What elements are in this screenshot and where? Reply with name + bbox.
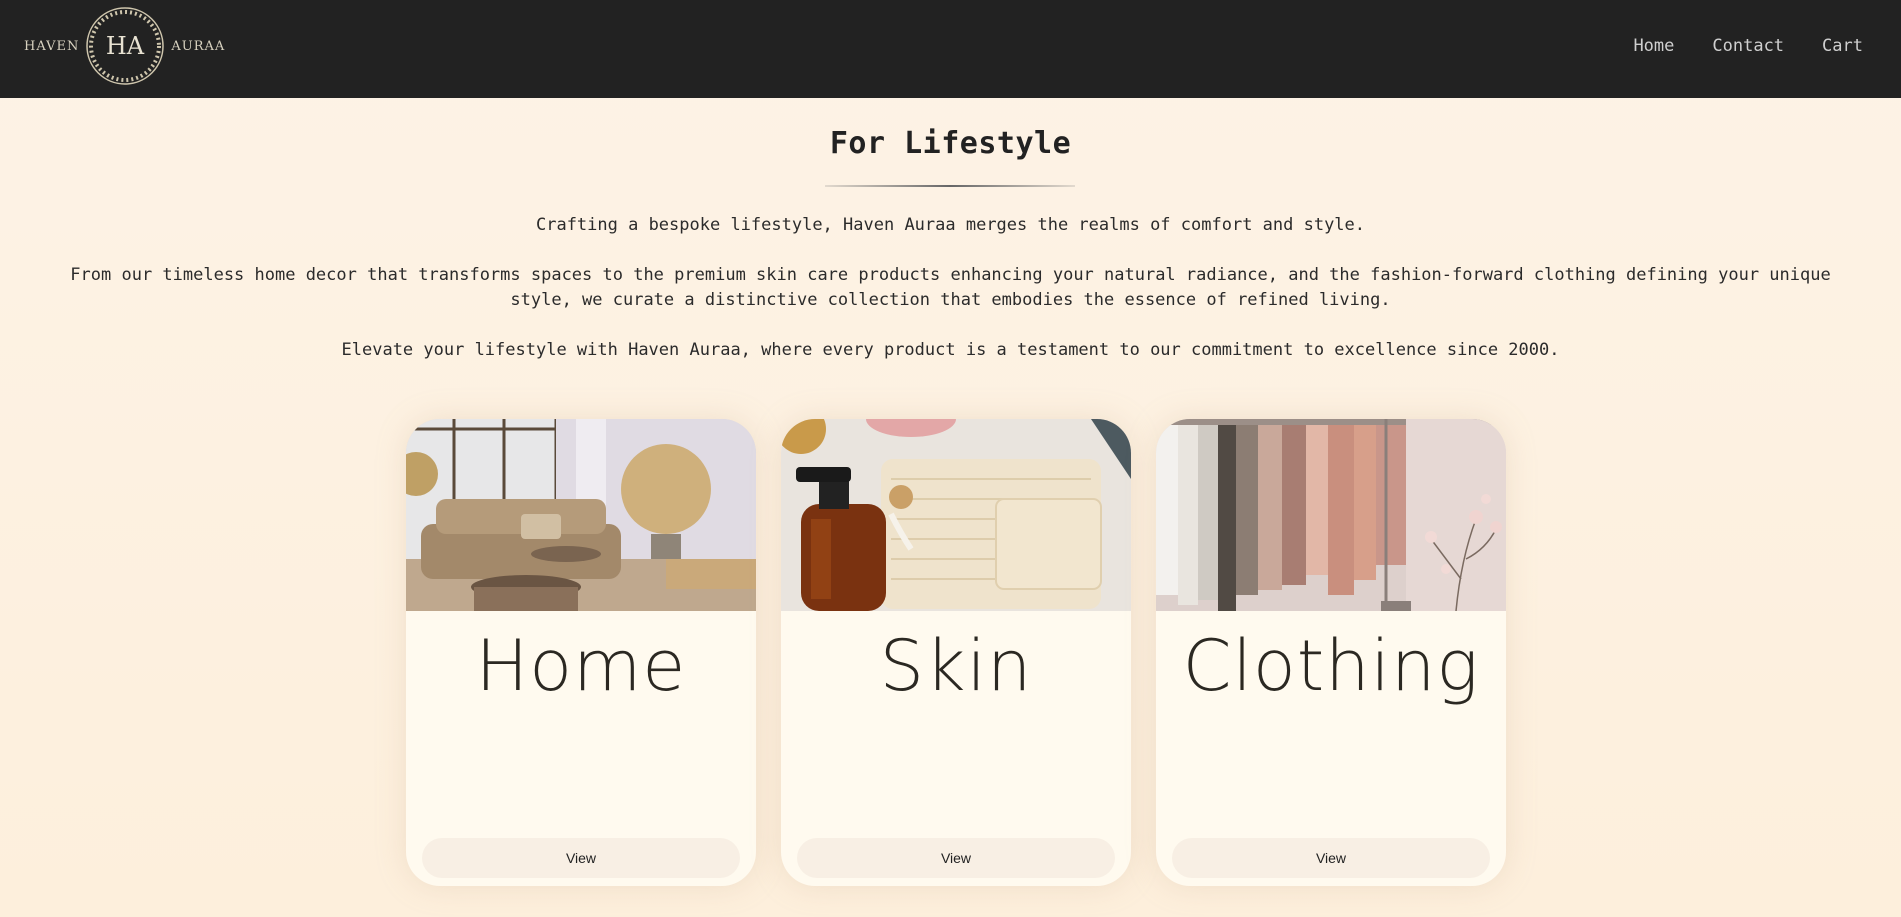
card-title: Clothing (1182, 625, 1480, 707)
category-card-clothing: Clothing View (1156, 419, 1506, 886)
living-room-image (406, 419, 756, 611)
view-home-button[interactable]: View (422, 838, 740, 878)
card-title: Home (475, 625, 687, 707)
category-card-skin: Skin View (781, 419, 1131, 886)
logo-left-word: HAVEN (24, 38, 80, 54)
logo-right-word: AURAA (171, 38, 226, 54)
skincare-image (781, 419, 1131, 611)
nav-cart-link[interactable]: Cart (1822, 36, 1863, 56)
card-title: Skin (879, 625, 1033, 707)
top-navbar: HAVEN HA AURAA Home Contact Cart (0, 0, 1901, 98)
view-skin-button[interactable]: View (797, 838, 1115, 878)
intro-paragraph-1: Crafting a bespoke lifestyle, Haven Aura… (535, 215, 1366, 235)
category-card-home: Home View (406, 419, 756, 886)
page-title: For Lifestyle (829, 126, 1072, 161)
logo-monogram: HA (106, 32, 145, 60)
laurel-wreath-icon: HA (86, 7, 165, 85)
title-divider (825, 185, 1075, 187)
intro-paragraph-3: Elevate your lifestyle with Haven Auraa,… (341, 340, 1560, 360)
nav-home-link[interactable]: Home (1633, 36, 1674, 56)
brand-logo[interactable]: HAVEN HA AURAA (24, 4, 225, 88)
intro-paragraph-2: From our timeless home decor that transf… (70, 265, 1831, 310)
clothing-rack-image (1156, 419, 1506, 611)
nav-contact-link[interactable]: Contact (1712, 36, 1784, 56)
view-clothing-button[interactable]: View (1172, 838, 1490, 878)
main-nav: Home Contact Cart (1633, 36, 1863, 56)
